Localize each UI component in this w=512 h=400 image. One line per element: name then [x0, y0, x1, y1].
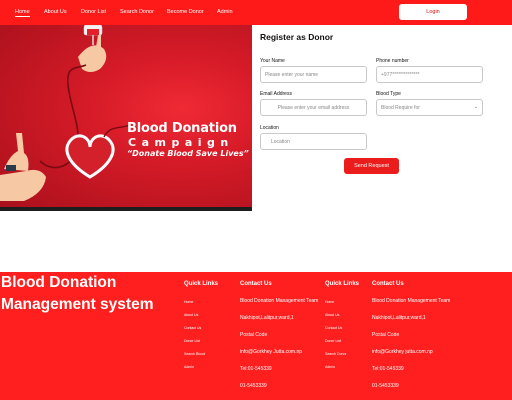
footer-link-home[interactable]: Home	[184, 300, 193, 304]
blood-type-label: Blood Type	[376, 91, 401, 97]
contact-address: Nakhipot,Lalitpur,ward,1	[240, 315, 294, 321]
contact-team: Blood Donation Management Team	[240, 298, 319, 304]
nav-admin[interactable]: Admin	[217, 9, 233, 15]
banner-slogan: “Donate Blood Save Lives”	[127, 149, 249, 158]
footer-link-contact-us[interactable]: Contact Us	[184, 326, 201, 330]
banner-subtitle: Campaign	[128, 136, 234, 149]
quick-links-title-2: Quick Links	[325, 281, 360, 287]
phone-input[interactable]: +977**************	[376, 66, 483, 83]
login-button[interactable]: Login	[399, 4, 467, 20]
nav-donor-list[interactable]: Donor List	[81, 9, 106, 15]
location-label: Location	[260, 125, 279, 131]
footer-link-about-us[interactable]: About Us	[184, 313, 198, 317]
footer2-link-donor-list[interactable]: Donor List	[325, 339, 341, 343]
footer2-link-search-donor[interactable]: Search Donor	[325, 352, 347, 356]
campaign-banner: Blood Donation Campaign “Donate Blood Sa…	[0, 25, 252, 211]
navbar: Home About Us Donor List Search Donor Be…	[0, 0, 512, 25]
nav-become-donor[interactable]: Become Donor	[167, 9, 204, 15]
contact2-phone: 01-5453339	[372, 383, 399, 389]
email-label: Email Address	[260, 91, 292, 97]
contact-title-2: Contact Us	[372, 281, 404, 287]
phone-label: Phone number	[376, 58, 409, 64]
quick-links-title: Quick Links	[184, 281, 219, 287]
footer2-link-home[interactable]: Home	[325, 300, 334, 304]
contact-email[interactable]: info@Gorkhey Jutta.com.np	[240, 349, 302, 355]
name-input[interactable]: Please enter your name	[260, 66, 367, 83]
nav-about-us[interactable]: About Us	[44, 9, 67, 15]
banner-title: Blood Donation	[127, 121, 237, 136]
footer2-link-about-us[interactable]: About Us	[325, 313, 339, 317]
contact2-team: Blood Donation Management Team	[372, 298, 451, 304]
contact-title: Contact Us	[240, 281, 272, 287]
footer2-link-admin[interactable]: Admin	[325, 365, 335, 369]
contact2-address: Nakhipot,Lalitpur,ward,1	[372, 315, 426, 321]
blood-type-select[interactable]: Blood Require for ⌄	[376, 99, 483, 116]
contact2-tel: Tel:01-545339	[372, 366, 404, 372]
contact2-postal: Postal Code	[372, 332, 400, 338]
arm-icon	[0, 169, 46, 201]
footer-link-donor-list[interactable]: Donor List	[184, 339, 200, 343]
banner-divider	[0, 207, 252, 211]
form-title: Register as Donor	[260, 32, 334, 42]
contact-phone: 01-5453339	[240, 383, 267, 389]
name-label: Your Name	[260, 58, 285, 64]
contact-tel: Tel:01-545339	[240, 366, 272, 372]
footer: Blood Donation Management system Quick L…	[0, 272, 512, 400]
nav-search-donor[interactable]: Search Donor	[120, 9, 154, 15]
location-input[interactable]: Location	[260, 133, 367, 150]
contact-postal: Postal Code	[240, 332, 268, 338]
heart-icon	[65, 134, 115, 179]
blood-type-value: Blood Require for	[381, 104, 420, 111]
hand-icon	[78, 45, 107, 72]
send-request-button[interactable]: Send Request	[344, 158, 399, 174]
footer-brand: Blood Donation Management system	[1, 274, 154, 313]
email-input[interactable]: Please enter your email address	[260, 99, 367, 116]
chevron-down-icon: ⌄	[473, 104, 478, 110]
footer2-link-contact-us[interactable]: Contact Us	[325, 326, 342, 330]
nav-home[interactable]: Home	[15, 9, 30, 17]
contact2-email[interactable]: info@Gorkhey jutta.com.np	[372, 349, 433, 355]
blood-donation-illustration	[0, 25, 131, 201]
footer-link-search-blood[interactable]: Search Blood	[184, 352, 205, 356]
footer-link-admin[interactable]: Admin	[184, 365, 194, 369]
